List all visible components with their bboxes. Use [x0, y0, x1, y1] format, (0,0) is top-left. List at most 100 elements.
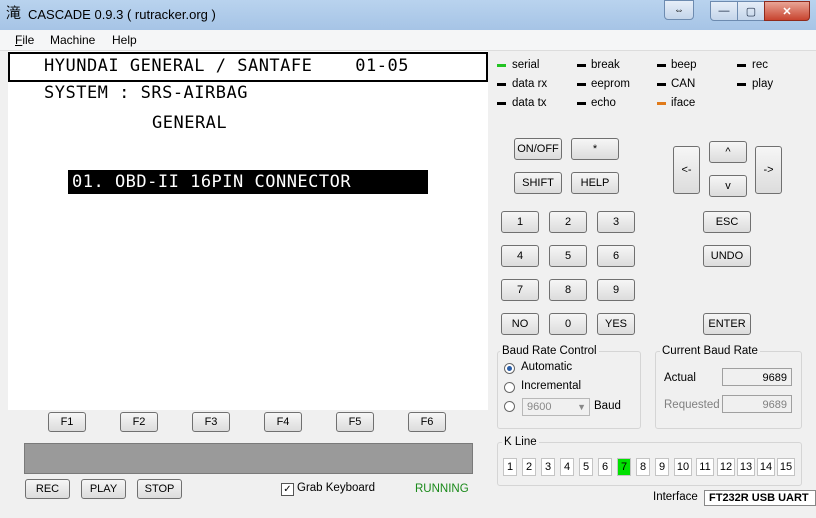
key-7-button[interactable]: 7	[501, 279, 539, 301]
key-9-button[interactable]: 9	[597, 279, 635, 301]
interface-value: FT232R USB UART	[704, 490, 816, 506]
left-arrow-button[interactable]: <-	[673, 146, 700, 194]
kline-cell-9[interactable]: 9	[655, 458, 669, 476]
kline-cell-5[interactable]: 5	[579, 458, 593, 476]
current-baud-title: Current Baud Rate	[660, 345, 760, 357]
shift-button[interactable]: SHIFT	[514, 172, 562, 194]
indicator-can: CAN	[671, 78, 696, 90]
grab-keyboard-checkbox[interactable]: ✓	[281, 483, 294, 496]
f2-button[interactable]: F2	[120, 412, 158, 432]
f5-button[interactable]: F5	[336, 412, 374, 432]
indicator-data-rx: data rx	[512, 78, 548, 90]
help-button[interactable]: HELP	[571, 172, 619, 194]
indicator-eeprom: eeprom	[591, 78, 630, 90]
stop-button[interactable]: STOP	[137, 479, 182, 499]
no-button[interactable]: NO	[501, 313, 539, 335]
kline-cell-14[interactable]: 14	[757, 458, 775, 476]
led-can	[657, 83, 666, 86]
indicator-serial: serial	[512, 59, 540, 71]
kline-cell-15[interactable]: 15	[777, 458, 795, 476]
screen-header: HYUNDAI GENERAL / SANTAFE 01-05	[44, 56, 409, 76]
kline-cell-4[interactable]: 4	[560, 458, 574, 476]
kline-cell-13[interactable]: 13	[737, 458, 755, 476]
baud-select[interactable]: 9600 ▼	[522, 398, 590, 416]
baud-control-title: Baud Rate Control	[500, 345, 599, 357]
f6-button[interactable]: F6	[408, 412, 446, 432]
menu-bar: File Machine Help	[0, 30, 816, 51]
title-bar: 滝 CASCADE 0.9.3 ( rutracker.org ) ⇔ — ▢ …	[0, 0, 816, 30]
indicator-echo: echo	[591, 97, 616, 109]
indicator-beep: beep	[671, 59, 697, 71]
key-6-button[interactable]: 6	[597, 245, 635, 267]
menu-machine[interactable]: Machine	[50, 33, 95, 47]
current-baud-group	[655, 351, 802, 429]
maximize-button[interactable]: ▢	[737, 1, 765, 21]
play-button[interactable]: PLAY	[81, 479, 126, 499]
cascade-window: 滝 CASCADE 0.9.3 ( rutracker.org ) ⇔ — ▢ …	[0, 0, 816, 518]
window-title: CASCADE 0.9.3 ( rutracker.org )	[28, 7, 216, 22]
kline-cell-8[interactable]: 8	[636, 458, 650, 476]
led-serial	[497, 64, 506, 67]
kline-cell-3[interactable]: 3	[541, 458, 555, 476]
fixed-baud-radio[interactable]	[504, 401, 515, 412]
kline-cell-7[interactable]: 7	[617, 458, 631, 476]
interface-label: Interface	[653, 491, 698, 503]
down-arrow-button[interactable]: v	[709, 175, 747, 197]
key-5-button[interactable]: 5	[549, 245, 587, 267]
led-iface	[657, 102, 666, 105]
automatic-label: Automatic	[521, 361, 573, 373]
incremental-radio[interactable]	[504, 382, 515, 393]
requested-label: Requested	[664, 399, 720, 411]
key-4-button[interactable]: 4	[501, 245, 539, 267]
menu-help[interactable]: Help	[112, 33, 137, 47]
grab-keyboard-label: Grab Keyboard	[297, 482, 375, 494]
star-button[interactable]: *	[571, 138, 619, 160]
led-rec	[737, 64, 746, 67]
kline-title: K Line	[502, 436, 539, 448]
key-3-button[interactable]: 3	[597, 211, 635, 233]
baud-select-value: 9600	[527, 401, 552, 413]
status-display	[24, 443, 473, 474]
led-data-tx	[497, 102, 506, 105]
key-1-button[interactable]: 1	[501, 211, 539, 233]
indicator-play: play	[752, 78, 774, 90]
enter-button[interactable]: ENTER	[703, 313, 751, 335]
indicator-iface: iface	[671, 97, 696, 109]
automatic-radio[interactable]	[504, 363, 515, 374]
actual-baud-field: 9689	[722, 368, 792, 386]
requested-baud-field: 9689	[722, 395, 792, 413]
kline-cell-12[interactable]: 12	[717, 458, 735, 476]
menu-file[interactable]: File	[15, 33, 34, 47]
kline-cell-2[interactable]: 2	[522, 458, 536, 476]
minimize-button[interactable]: —	[710, 1, 738, 21]
undo-button[interactable]: UNDO	[703, 245, 751, 267]
kline-cell-6[interactable]: 6	[598, 458, 612, 476]
incremental-label: Incremental	[521, 380, 582, 392]
app-icon: 滝	[6, 5, 22, 22]
close-button[interactable]: ✕	[764, 1, 810, 21]
esc-button[interactable]: ESC	[703, 211, 751, 233]
kline-cell-1[interactable]: 1	[503, 458, 517, 476]
indicator-break: break	[591, 59, 620, 71]
actual-label: Actual	[664, 372, 696, 384]
rec-button[interactable]: REC	[25, 479, 70, 499]
resize-icon[interactable]: ⇔	[664, 0, 694, 20]
led-beep	[657, 64, 666, 67]
up-arrow-button[interactable]: ^	[709, 141, 747, 163]
screen-general-line: GENERAL	[152, 113, 228, 133]
f1-button[interactable]: F1	[48, 412, 86, 432]
key-2-button[interactable]: 2	[549, 211, 587, 233]
led-echo	[577, 102, 586, 105]
kline-cell-11[interactable]: 11	[696, 458, 714, 476]
screen-selected-item[interactable]: 01. OBD-II 16PIN CONNECTOR	[68, 170, 428, 194]
kline-cell-10[interactable]: 10	[674, 458, 692, 476]
yes-button[interactable]: YES	[597, 313, 635, 335]
onoff-button[interactable]: ON/OFF	[514, 138, 562, 160]
f4-button[interactable]: F4	[264, 412, 302, 432]
key-0-button[interactable]: 0	[549, 313, 587, 335]
key-8-button[interactable]: 8	[549, 279, 587, 301]
f3-button[interactable]: F3	[192, 412, 230, 432]
right-arrow-button[interactable]: ->	[755, 146, 782, 194]
chevron-down-icon: ▼	[577, 402, 586, 412]
device-screen[interactable]: HYUNDAI GENERAL / SANTAFE 01-05 SYSTEM :…	[8, 51, 488, 410]
